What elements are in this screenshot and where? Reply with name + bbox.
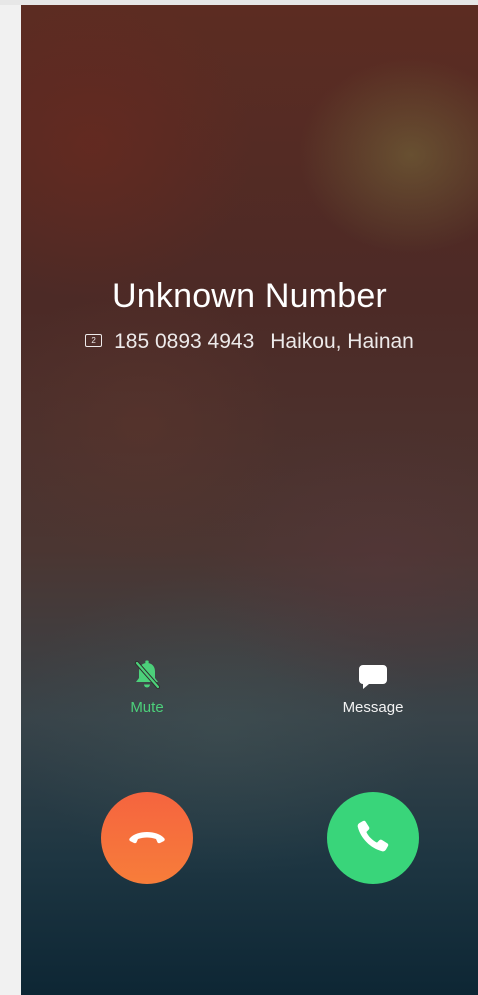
message-label: Message [342, 699, 404, 716]
caller-name: Unknown Number [112, 277, 387, 315]
caller-number: 185 0893 4943 [114, 330, 255, 353]
caller-location: Haikou, Hainan [270, 330, 414, 353]
device-frame: Unknown Number 2 185 0893 4943 Haikou, Hai… [0, 0, 478, 995]
sim-card-icon: 2 [85, 333, 103, 347]
bell-off-icon [92, 657, 202, 691]
phone-icon [355, 818, 391, 859]
accept-call-button[interactable] [327, 792, 419, 884]
message-button[interactable]: Message [318, 657, 428, 716]
mute-button[interactable]: Mute [92, 657, 202, 716]
mute-label: Mute [130, 699, 164, 716]
incoming-call-screen: Unknown Number 2 185 0893 4943 Haikou, Hai… [21, 5, 478, 995]
chat-bubble-icon [318, 657, 428, 691]
phone-hangup-icon [127, 826, 167, 851]
decline-call-button[interactable] [101, 792, 193, 884]
caller-info: 2 185 0893 4943 Haikou, Hainan [21, 330, 478, 354]
